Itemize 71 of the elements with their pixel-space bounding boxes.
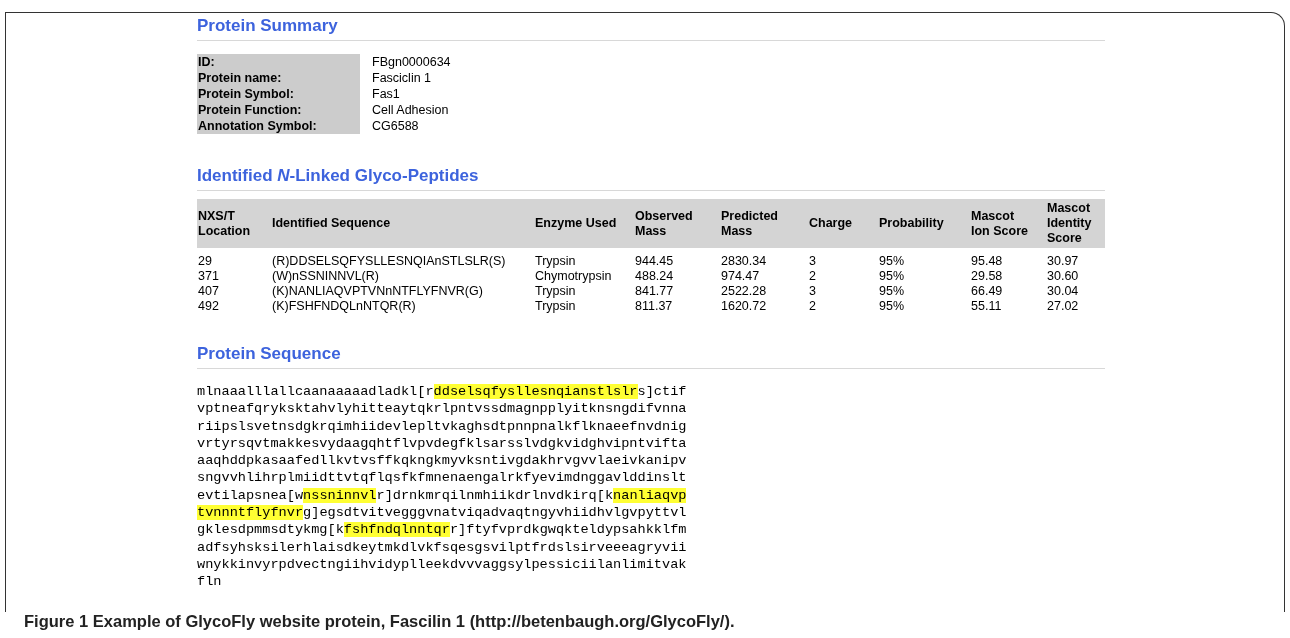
field-label: Protein Symbol: — [197, 86, 360, 102]
field-label: Protein Function: — [197, 102, 360, 118]
field-value: Cell Adhesion — [372, 102, 449, 118]
table-cell: 2830.34 — [721, 254, 767, 268]
field-value: FBgn0000634 — [372, 54, 451, 70]
sequence-line: wnykkinvyrpdvectngiihvidyplleekdvvvaggsylpessiciilanlimitvak — [197, 555, 687, 574]
table-cell: 841.77 — [635, 284, 674, 298]
table-cell: 29.58 — [971, 269, 1003, 283]
table-cell: 95% — [879, 254, 905, 268]
field-value: Fasciclin 1 — [372, 70, 432, 86]
table-cell: 3 — [809, 254, 816, 268]
table-cell: 371 — [198, 269, 219, 283]
column-header: NXS/T Location — [198, 208, 252, 239]
table-cell: Trypsin — [535, 299, 576, 313]
column-header: Observed Mass — [635, 208, 694, 239]
table-cell: (R)DDSELSQFYSLLESNQIAnSTLSLR(S) — [272, 254, 506, 268]
table-cell: 2 — [809, 269, 816, 283]
table-cell: 27.02 — [1047, 299, 1079, 313]
sequence-line: tvnnntflyfnvrg]egsdtvitvegggvnatviqadvaqtngyvhiidhvlgvpyttvl — [197, 504, 687, 522]
sequence-line: vrtyrsqvtmakkesvydaagqhtflvpvdegfklsarsslvdgkvidghvipntvifta — [197, 434, 687, 453]
field-value: Fas1 — [372, 86, 400, 102]
table-cell: 30.60 — [1047, 269, 1079, 283]
sequence-line: sngvvhlihrplmiidttvtqflqsfkfmnenaengalrkfyevimdnggavlddinslt — [197, 469, 687, 487]
field-label: Protein name: — [197, 70, 360, 86]
table-cell: 407 — [198, 284, 219, 298]
column-header: Enzyme Used — [535, 216, 617, 231]
sequence-line: fln — [197, 573, 222, 591]
column-header: Predicted Mass — [721, 208, 779, 239]
table-cell: (K)NANLIAQVPTVNnNTFLYFNVR(G) — [272, 284, 483, 298]
field-label: ID: — [197, 54, 360, 70]
column-header: Mascot Ion Score — [971, 208, 1029, 239]
table-cell: 3 — [809, 284, 816, 298]
sequence-line: evtilapsnea[wnssninnvlr]drnkmrqilnmhiikdrlnvdkirq[knanliaqvp — [197, 486, 687, 505]
table-cell: 944.45 — [635, 254, 674, 268]
table-cell: 30.97 — [1047, 254, 1079, 268]
table-cell: 29 — [198, 254, 212, 268]
sequence-line: riipslsvetnsdgkrqimhiidevlepltvkaghsdtpnnpnalkflknaeefnvdnig — [197, 417, 687, 435]
table-cell: Trypsin — [535, 254, 576, 268]
section-heading: Protein Summary — [197, 15, 338, 37]
table-cell: 95% — [879, 284, 905, 298]
sequence-line: aaqhddpkasaafedllkvtvsffkqkngkmyvksntivgdakhrvgvvlaeivkanipv — [197, 452, 687, 470]
table-cell: 488.24 — [635, 269, 674, 283]
table-cell: 55.11 — [971, 299, 1002, 313]
table-cell: 2522.28 — [721, 284, 767, 298]
table-cell: 974.47 — [721, 269, 760, 283]
table-cell: Trypsin — [535, 284, 576, 298]
figure-caption: Figure 1 Example of GlycoFly website protein, Fascilin 1 (http://betenbaugh.org/GlycoFly/). — [24, 611, 735, 631]
table-cell: 811.37 — [635, 299, 673, 313]
column-header: Mascot Identity Score — [1047, 201, 1093, 246]
section-heading: Identified N-Linked Glyco-Peptides — [197, 165, 479, 187]
table-cell: Chymotrypsin — [535, 269, 612, 283]
column-header: Probability — [879, 216, 944, 231]
table-cell: 95% — [879, 269, 905, 283]
field-label: Annotation Symbol: — [197, 118, 360, 134]
sequence-line: adfsyhsksilerhlaisdkeytmkdlvkfsqesgsvilptfrdslsirveeeagryvii — [197, 538, 687, 556]
column-header: Identified Sequence — [272, 216, 391, 231]
table-cell: 95.48 — [971, 254, 1003, 268]
sequence-line: gklesdpmmsdtykmg[kfshfndqlnntqrr]ftyfvprdkgwqkteldypsahkklfm — [197, 521, 687, 539]
section-heading: Protein Sequence — [197, 343, 341, 365]
table-cell: (K)FSHFNDQLnNTQR(R) — [272, 299, 416, 313]
sequence-line: mlnaaalllallcaanaaaaadladkl[rddselsqfysllesnqianstlslrs]ctif — [197, 383, 687, 401]
table-cell: 66.49 — [971, 284, 1003, 298]
table-cell: 1620.72 — [721, 299, 767, 313]
field-value: CG6588 — [372, 118, 419, 134]
table-cell: (W)nSSNINNVL(R) — [272, 269, 379, 283]
table-cell: 492 — [198, 299, 219, 313]
table-cell: 2 — [809, 299, 816, 313]
sequence-line: vptneafqryksktahvlyhitteaytqkrlpntvssdmagnpplyitknsngdifvnna — [197, 400, 687, 418]
column-header: Charge — [809, 216, 853, 231]
table-cell: 30.04 — [1047, 284, 1079, 298]
table-cell: 95% — [879, 299, 905, 313]
